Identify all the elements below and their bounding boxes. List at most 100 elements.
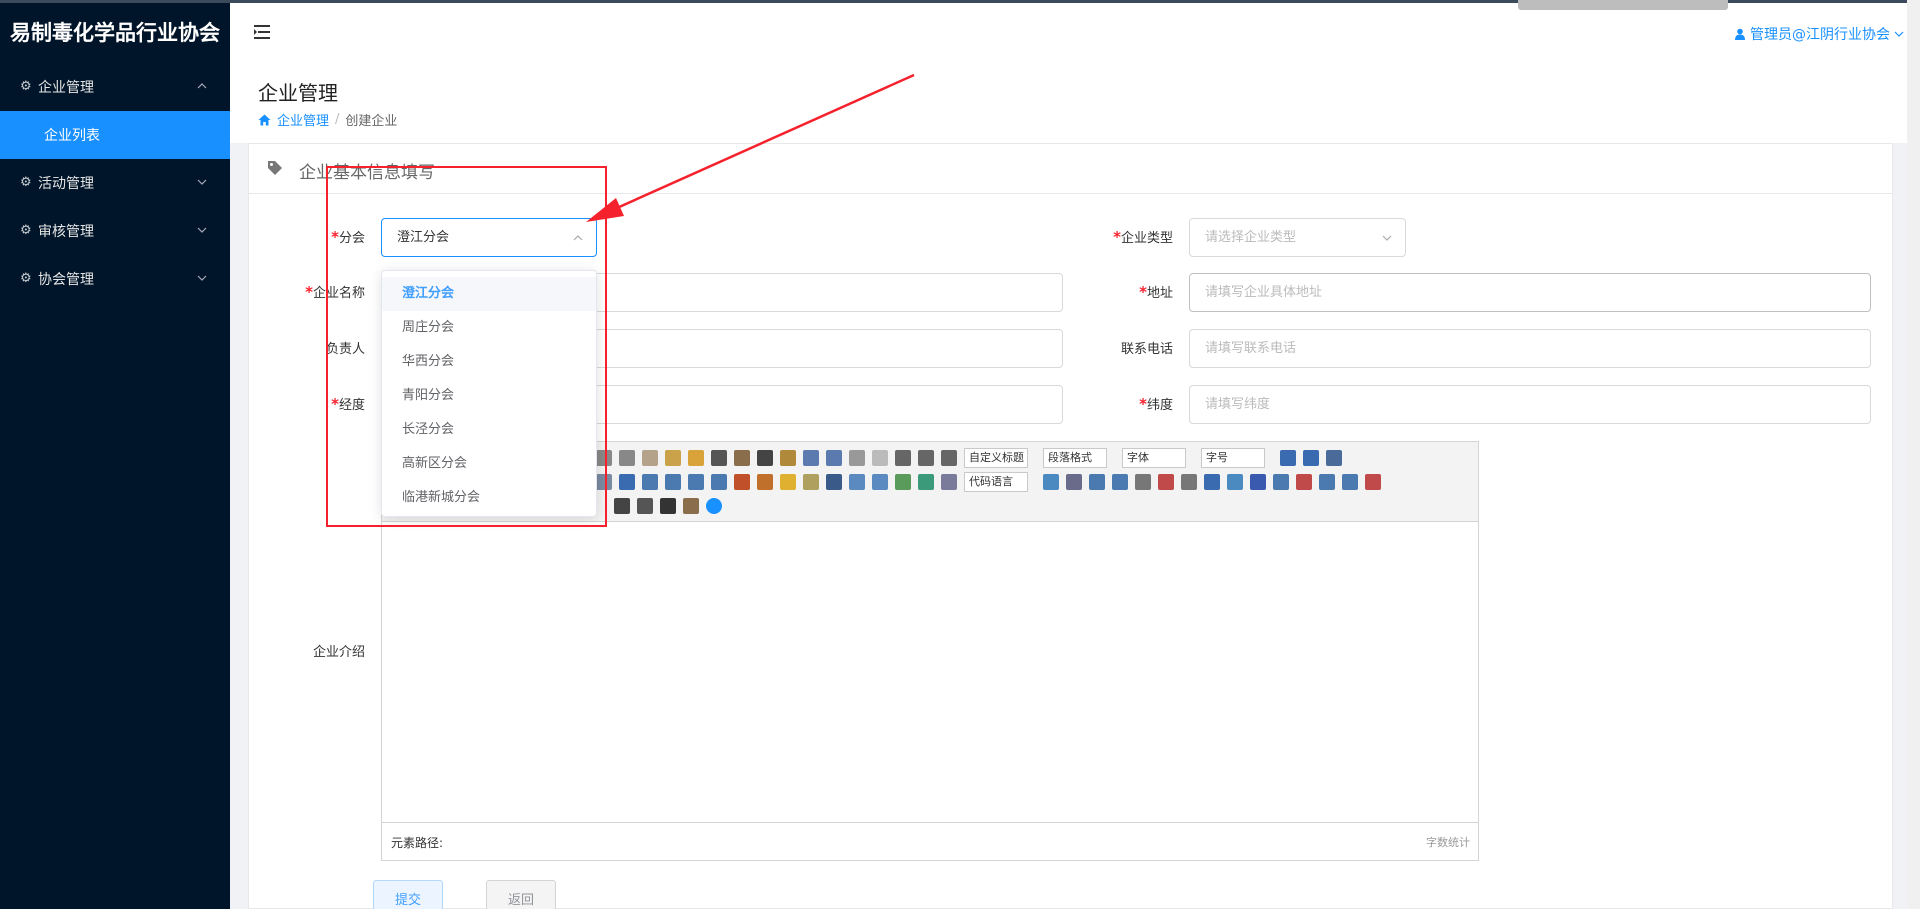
word-image-icon[interactable] [1250,474,1266,490]
submit-button[interactable]: 提交 [373,880,443,909]
address-input[interactable]: 请填写企业具体地址 [1189,273,1871,312]
unlink-icon[interactable] [596,474,612,490]
custom-title-combo[interactable]: 自定义标题 [964,448,1036,468]
snapscreen-icon[interactable] [1227,474,1243,490]
element-path-label: 元素路径: [391,836,444,850]
highlight-color-icon[interactable] [780,450,796,466]
branch-label: *分会 [331,228,365,246]
image-center-icon[interactable] [711,474,727,490]
delete-row-icon[interactable] [1365,474,1381,490]
sidebar-item-label: 活动管理 [38,176,94,192]
user-menu[interactable]: 管理员@江阴行业协会 [1734,24,1904,44]
sidebar-item-label: 企业管理 [38,80,94,96]
breadcrumb-current: 创建企业 [345,114,398,129]
ltr-icon[interactable] [1280,450,1296,466]
music-icon[interactable] [849,474,865,490]
back-button[interactable]: 返回 [486,880,556,909]
insert-paragraph-before-table-icon[interactable] [1319,474,1335,490]
card-header: 企业基本信息填写 [249,144,1892,194]
print-icon[interactable] [614,498,630,514]
menu-collapse-icon[interactable] [252,22,272,42]
dropdown-option[interactable]: 华西分会 [382,345,596,379]
insert-row-icon[interactable] [1342,474,1358,490]
search-replace-icon[interactable] [660,498,676,514]
dropdown-option[interactable]: 高新区分会 [382,447,596,481]
webapp-icon[interactable] [1043,474,1059,490]
insert-image-icon[interactable] [757,474,773,490]
time-icon[interactable] [1181,474,1197,490]
paste-plain-icon[interactable] [734,450,750,466]
paragraph-combo[interactable]: 段落格式 [1043,448,1115,468]
delete-table-icon[interactable] [1296,474,1312,490]
section-title: 企业基本信息填写 [299,163,435,183]
vertical-scrollbar[interactable] [1907,0,1920,909]
simple-upload-icon[interactable] [734,474,750,490]
dropdown-option[interactable]: 青阳分会 [382,379,596,413]
font-family-combo[interactable]: 字体 [1122,448,1194,468]
row-spacing-bottom-icon[interactable] [918,450,934,466]
gmap-icon[interactable] [918,474,934,490]
superscript-icon[interactable] [596,450,612,466]
sidebar-item-association-management[interactable]: ⚙ 协会管理 [0,255,230,303]
row-spacing-top-icon[interactable] [895,450,911,466]
image-none-icon[interactable] [642,474,658,490]
date-icon[interactable] [1158,474,1174,490]
code-language-combo[interactable]: 代码语言 [964,472,1036,492]
font-color-icon[interactable] [757,450,773,466]
branch-dropdown: 澄江分会 周庄分会 华西分会 青阳分会 长泾分会 高新区分会 临港新城分会 [381,270,597,517]
pagebreak-icon[interactable] [1066,474,1082,490]
sidebar-item-activity-management[interactable]: ⚙ 活动管理 [0,159,230,207]
latitude-input[interactable]: 请填写纬度 [1189,385,1871,424]
chevron-down-icon [197,227,207,233]
help-icon[interactable] [706,498,722,514]
company-type-label: *企业类型 [1113,228,1173,246]
horizontal-scrollbar[interactable] [1518,0,1728,10]
sidebar-item-review-management[interactable]: ⚙ 审核管理 [0,207,230,255]
dropdown-option[interactable]: 周庄分会 [382,311,596,345]
horizontal-rule-icon[interactable] [1135,474,1151,490]
tag-icon [268,161,282,175]
ordered-list-icon[interactable] [803,450,819,466]
chevron-up-icon [197,83,207,89]
image-left-icon[interactable] [665,474,681,490]
dropdown-option[interactable]: 长泾分会 [382,413,596,447]
intro-label: 企业介绍 [312,645,365,660]
preview-zoom-icon[interactable] [637,498,653,514]
company-type-placeholder: 请选择企业类型 [1205,230,1297,245]
special-chars-icon[interactable] [1204,474,1220,490]
draft-icon[interactable] [683,498,699,514]
emotion-icon[interactable] [780,474,796,490]
font-size-combo[interactable]: 字号 [1201,448,1273,468]
blockquote-icon[interactable] [711,450,727,466]
sidebar-item-company-list[interactable]: 企业列表 [0,111,230,159]
attachment-icon[interactable] [872,474,888,490]
anchor-icon[interactable] [619,474,635,490]
insert-video-icon[interactable] [826,474,842,490]
eraser-icon[interactable] [642,450,658,466]
breadcrumb-home[interactable]: 企业管理 [277,110,329,129]
clear-doc-icon[interactable] [872,450,888,466]
auto-format-icon[interactable] [688,450,704,466]
background-icon[interactable] [1112,474,1128,490]
image-right-icon[interactable] [688,474,704,490]
address-label: *地址 [1139,283,1173,301]
rtl-icon[interactable] [1303,450,1319,466]
format-brush-icon[interactable] [665,450,681,466]
subscript-icon[interactable] [619,450,635,466]
sidebar-item-label: 企业列表 [44,128,100,144]
sidebar-item-company-management[interactable]: ⚙ 企业管理 [0,63,230,111]
unordered-list-icon[interactable] [826,450,842,466]
dropdown-option[interactable]: 临港新城分会 [382,481,596,515]
scrawl-icon[interactable] [803,474,819,490]
preview-icon[interactable] [1326,450,1342,466]
select-all-icon[interactable] [849,450,865,466]
insert-table-icon[interactable] [1273,474,1289,490]
map-icon[interactable] [895,474,911,490]
company-type-select[interactable]: 请选择企业类型 [1189,218,1406,257]
dropdown-option[interactable]: 澄江分会 [382,277,596,311]
branch-select[interactable]: 澄江分会 [381,218,597,257]
phone-input[interactable]: 请填写联系电话 [1189,329,1871,368]
line-height-icon[interactable] [941,450,957,466]
template-icon[interactable] [1089,474,1105,490]
insert-frame-icon[interactable] [941,474,957,490]
